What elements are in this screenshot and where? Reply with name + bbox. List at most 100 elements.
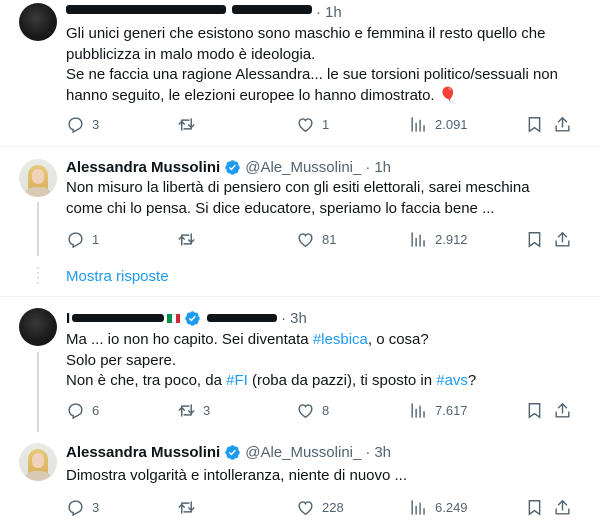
views-button[interactable]: 6.249	[409, 498, 468, 517]
retweet-icon	[178, 501, 195, 514]
heart-icon	[298, 118, 313, 133]
retweet-count: 3	[203, 403, 211, 418]
tweet-header: Alessandra Mussolini @Ale_Mussolini_ · 3…	[66, 443, 392, 461]
tweet-header: · 1h	[66, 2, 342, 22]
author-name[interactable]: Alessandra Mussolini	[66, 444, 220, 461]
share-icon	[555, 232, 570, 247]
tweet-actions: 1 81 2.912	[66, 230, 586, 250]
retweet-icon	[178, 404, 195, 417]
heart-icon	[298, 404, 313, 419]
author-handle[interactable]: @Ale_Mussolini_	[245, 159, 361, 176]
reply-count: 1	[92, 232, 100, 247]
verified-badge-icon	[184, 310, 201, 327]
tweet-text: Dimostra volgarità e intolleranza, nient…	[66, 467, 408, 484]
tweet-text: Ma ... io non ho capito. Sei diventata #…	[66, 331, 477, 389]
avatar[interactable]	[19, 3, 57, 41]
tweet-header: Alessandra Mussolini @Ale_Mussolini_ · 1…	[66, 158, 392, 176]
views-count: 6.249	[435, 500, 468, 515]
reply-button[interactable]: 3	[66, 115, 99, 134]
hashtag-link[interactable]: #FI	[226, 372, 248, 389]
views-count: 2.091	[435, 117, 468, 132]
tweet-4[interactable]: Alessandra Mussolini @Ale_Mussolini_ · 3…	[0, 430, 600, 532]
tweet-time[interactable]: 1h	[325, 4, 342, 21]
reply-button[interactable]: 6	[66, 401, 99, 420]
views-button[interactable]: 2.912	[409, 230, 468, 249]
share-button[interactable]	[553, 115, 572, 134]
like-count: 1	[322, 117, 330, 132]
hashtag-link[interactable]: #avs	[436, 372, 468, 389]
like-button[interactable]: 81	[296, 230, 336, 249]
author-handle[interactable]: @Ale_Mussolini_	[245, 444, 361, 461]
redacted-handle	[232, 4, 312, 14]
like-button[interactable]: 228	[296, 498, 344, 517]
views-icon	[411, 117, 425, 132]
flag-icon	[167, 313, 181, 323]
thread-line	[37, 202, 39, 256]
tweet-time[interactable]: 3h	[290, 310, 307, 327]
bookmark-button[interactable]	[525, 498, 544, 517]
reply-button[interactable]: 1	[66, 230, 99, 249]
author-name[interactable]: Alessandra Mussolini	[66, 159, 220, 176]
bookmark-button[interactable]	[525, 115, 544, 134]
tweet-3[interactable]: I · 3h Ma ... io non ho capito. Sei dive…	[0, 296, 600, 432]
views-count: 7.617	[435, 403, 468, 418]
retweet-button[interactable]	[177, 230, 196, 249]
retweet-icon	[178, 233, 195, 246]
views-icon	[411, 232, 425, 247]
show-replies-link[interactable]: Mostra risposte	[66, 268, 169, 285]
retweet-button[interactable]: 3	[177, 401, 210, 420]
redacted-handle	[207, 314, 278, 322]
verified-badge-icon	[224, 159, 241, 176]
views-button[interactable]: 2.091	[409, 115, 468, 134]
avatar[interactable]	[19, 159, 57, 197]
like-button[interactable]: 8	[296, 401, 329, 420]
share-button[interactable]	[553, 498, 572, 517]
hashtag-link[interactable]: #lesbica	[313, 331, 368, 348]
views-button[interactable]: 7.617	[409, 401, 468, 420]
reply-icon	[68, 500, 83, 517]
retweet-button[interactable]	[177, 115, 196, 134]
redacted-name	[66, 4, 226, 14]
tweet-header: I · 3h	[66, 309, 307, 327]
share-button[interactable]	[553, 401, 572, 420]
bookmark-button[interactable]	[525, 401, 544, 420]
views-icon	[411, 403, 425, 418]
thread-dots	[35, 267, 41, 287]
share-icon	[555, 403, 570, 418]
verified-badge-icon	[224, 444, 241, 461]
share-button[interactable]	[553, 230, 572, 249]
tweet-time[interactable]: 3h	[374, 444, 391, 461]
retweet-button[interactable]	[177, 498, 196, 517]
like-count: 81	[322, 232, 337, 247]
share-icon	[555, 500, 570, 515]
thread-line	[37, 352, 39, 432]
avatar[interactable]	[19, 443, 57, 481]
heart-icon	[298, 233, 313, 248]
tweet-actions: 6 3 8 7.617	[66, 401, 586, 421]
tweet-1[interactable]: · 1h Gli unici generi che esistono sono …	[0, 0, 600, 146]
retweet-icon	[178, 118, 195, 131]
like-button[interactable]: 1	[296, 115, 329, 134]
bookmark-icon	[528, 403, 541, 419]
reply-icon	[68, 117, 83, 134]
reply-button[interactable]: 3	[66, 498, 99, 517]
views-icon	[411, 500, 425, 515]
bookmark-icon	[528, 117, 541, 133]
reply-icon	[68, 232, 83, 249]
like-count: 228	[322, 500, 344, 515]
avatar[interactable]	[19, 308, 57, 346]
share-icon	[555, 117, 570, 132]
bookmark-icon	[528, 232, 541, 248]
bookmark-icon	[528, 500, 541, 516]
tweet-actions: 3 228 6.249	[66, 498, 586, 518]
redacted-name	[72, 314, 165, 322]
like-count: 8	[322, 403, 330, 418]
bookmark-button[interactable]	[525, 230, 544, 249]
author-name[interactable]: I	[66, 310, 70, 327]
reply-count: 3	[92, 500, 100, 515]
views-count: 2.912	[435, 232, 468, 247]
reply-count: 3	[92, 117, 100, 132]
tweet-time[interactable]: 1h	[374, 159, 391, 176]
reply-icon	[68, 403, 83, 420]
tweet-text: Non misuro la libertà di pensiero con gl…	[66, 179, 530, 217]
